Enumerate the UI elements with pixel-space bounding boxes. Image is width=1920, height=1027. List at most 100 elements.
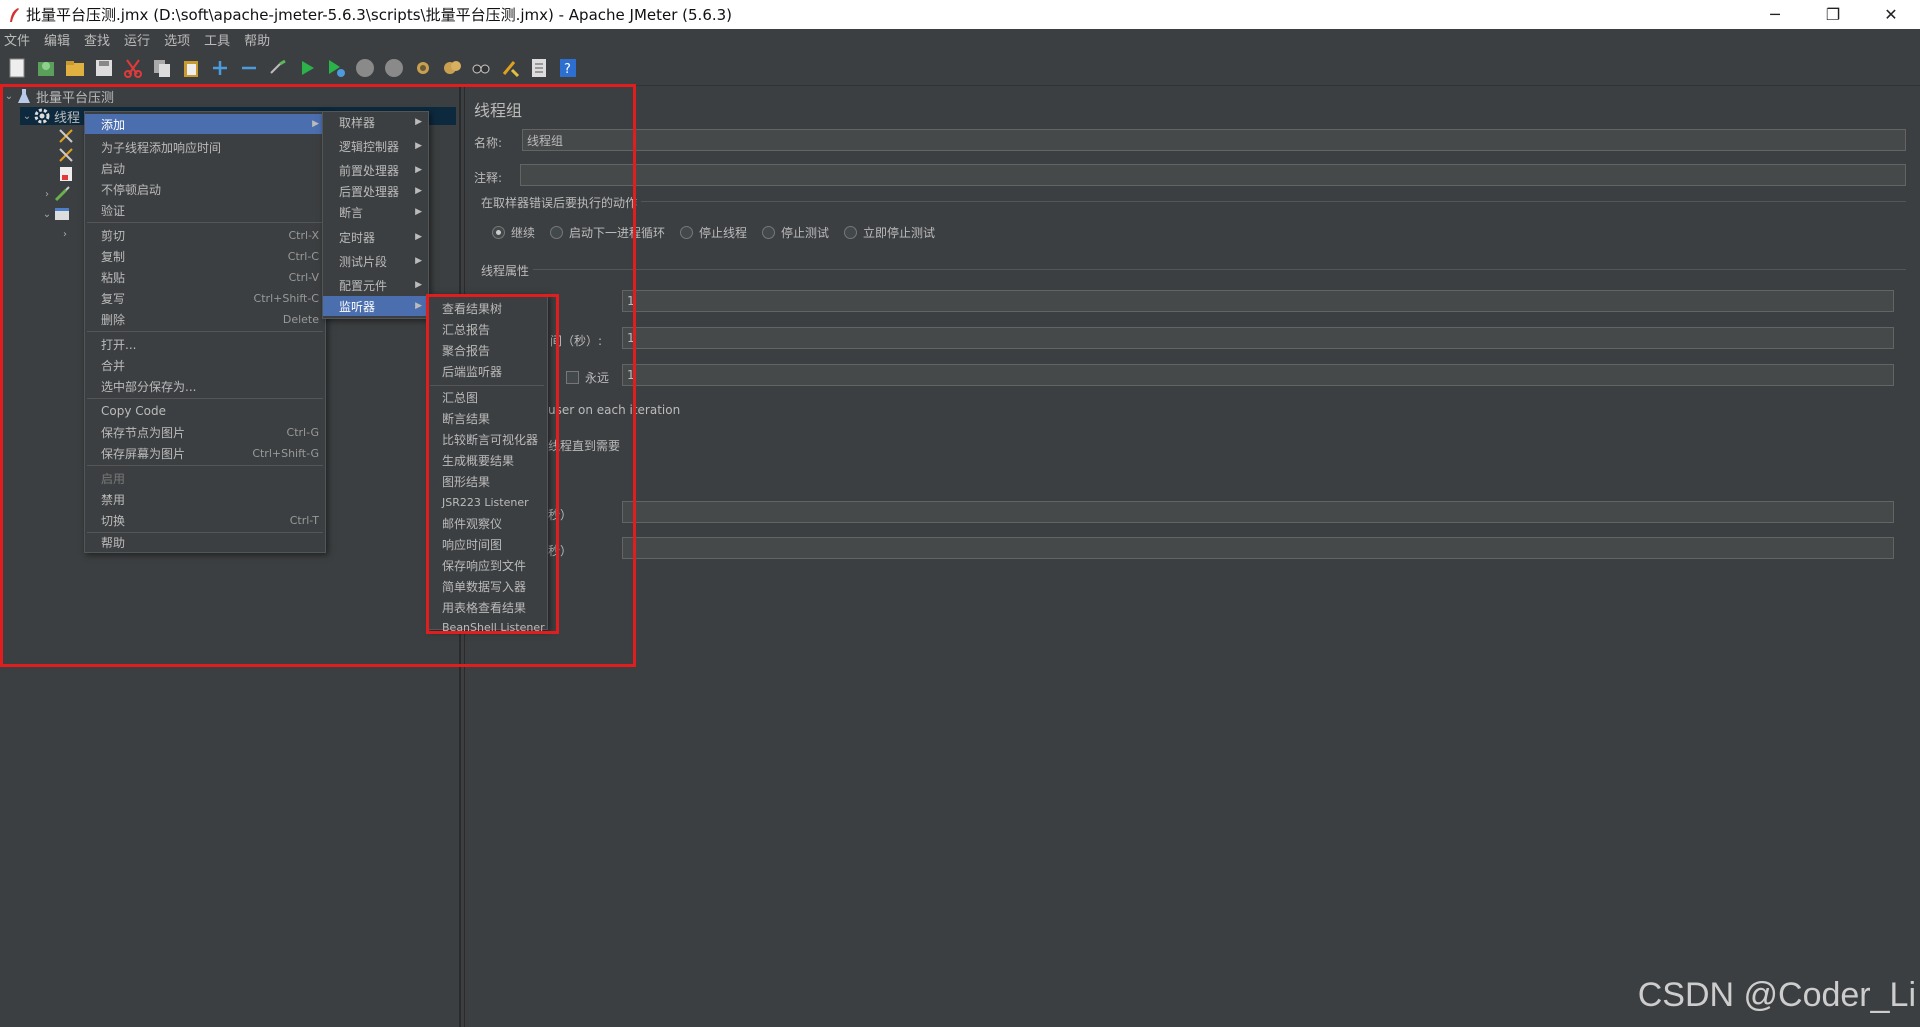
reset-search-icon[interactable] xyxy=(499,57,521,79)
chevron-down-icon[interactable]: ⌄ xyxy=(20,111,34,122)
listener-item[interactable]: 保存响应到文件 xyxy=(428,556,546,575)
radio-stop-test[interactable]: 停止测试 xyxy=(762,224,829,241)
clear-all-icon[interactable] xyxy=(441,57,463,79)
listener-item[interactable]: 断言结果 xyxy=(428,409,546,428)
listener-item[interactable]: 生成概要结果 xyxy=(428,451,546,470)
function-helper-icon[interactable] xyxy=(528,57,550,79)
templates-icon[interactable] xyxy=(35,57,57,79)
pipette-icon xyxy=(54,186,70,202)
submenu-item-test-fragment[interactable]: 测试片段 ▶ xyxy=(323,251,428,271)
menu-item-copy-code[interactable]: Copy Code xyxy=(85,401,325,421)
menu-item-save-selection[interactable]: 选中部分保存为... xyxy=(85,376,325,396)
submenu-item-config-element[interactable]: 配置元件 ▶ xyxy=(323,275,428,295)
listener-item[interactable]: 响应时间图 xyxy=(428,535,546,554)
menu-item-validate[interactable]: 验证 xyxy=(85,200,325,220)
submenu-item-listener[interactable]: 监听器 ▶ xyxy=(323,296,428,316)
menu-item-open[interactable]: 打开... xyxy=(85,334,325,354)
menu-tools[interactable]: 工具 xyxy=(204,30,230,49)
tree-node-child-2[interactable] xyxy=(58,146,78,164)
menu-help[interactable]: 帮助 xyxy=(244,30,270,49)
minimize-button[interactable]: ─ xyxy=(1746,0,1804,29)
menu-item-delete[interactable]: 删除 Delete xyxy=(85,309,325,329)
menu-item-merge[interactable]: 合并 xyxy=(85,355,325,375)
listener-item[interactable]: 比较断言可视化器 xyxy=(428,430,546,449)
help-icon[interactable]: ? xyxy=(557,57,579,79)
expand-icon[interactable] xyxy=(209,57,231,79)
tree-node-child-5[interactable]: ⌄ xyxy=(40,205,74,223)
listener-item[interactable]: 汇总报告 xyxy=(428,320,546,339)
toggle-icon[interactable] xyxy=(267,57,289,79)
listener-item[interactable]: 邮件观察仪 xyxy=(428,514,546,533)
menu-item-save-screen-image[interactable]: 保存屏幕为图片 Ctrl+Shift-G xyxy=(85,443,325,463)
radio-start-next-loop[interactable]: 启动下一进程循环 xyxy=(550,224,665,241)
submenu-item-assertion[interactable]: 断言 ▶ xyxy=(323,202,428,222)
listener-item[interactable]: JSR223 Listener xyxy=(428,493,546,512)
new-icon[interactable] xyxy=(6,57,28,79)
forever-checkbox[interactable]: 永远 xyxy=(566,369,609,386)
loop-count-field[interactable]: 1 xyxy=(622,364,1894,386)
name-field[interactable]: 线程组 xyxy=(522,129,1906,151)
start-no-pause-icon[interactable] xyxy=(325,57,347,79)
tree-node-child-6[interactable]: › xyxy=(58,225,72,243)
paste-icon[interactable] xyxy=(180,57,202,79)
menu-item-save-node-image[interactable]: 保存节点为图片 Ctrl-G xyxy=(85,422,325,442)
submenu-item-post-processor[interactable]: 后置处理器 ▶ xyxy=(323,181,428,201)
submenu-item-sampler[interactable]: 取样器 ▶ xyxy=(323,112,428,132)
chevron-down-icon[interactable]: ⌄ xyxy=(40,209,54,220)
restore-button[interactable]: ❐ xyxy=(1804,0,1862,29)
menu-run[interactable]: 运行 xyxy=(124,30,150,49)
tree-node-test-plan[interactable]: ⌄ 批量平台压测 xyxy=(2,87,458,106)
chevron-right-icon[interactable]: › xyxy=(58,229,72,240)
start-icon[interactable] xyxy=(296,57,318,79)
chevron-right-icon[interactable]: › xyxy=(40,189,54,200)
menu-item-paste[interactable]: 粘贴 Ctrl-V xyxy=(85,267,325,287)
menu-item-copy[interactable]: 复制 Ctrl-C xyxy=(85,246,325,266)
stop-icon[interactable] xyxy=(354,57,376,79)
save-icon[interactable] xyxy=(93,57,115,79)
chevron-down-icon[interactable]: ⌄ xyxy=(2,91,16,102)
menu-edit[interactable]: 编辑 xyxy=(44,30,70,49)
tree-node-child-3[interactable] xyxy=(58,165,78,183)
menu-item-start-no-pause[interactable]: 不停顿启动 xyxy=(85,179,325,199)
startup-delay-field[interactable] xyxy=(622,537,1894,559)
menu-item-add[interactable]: 添加 ▶ xyxy=(85,114,325,134)
menu-item-disable[interactable]: 禁用 xyxy=(85,489,325,509)
menu-item-help[interactable]: 帮助 xyxy=(85,532,325,552)
comment-field[interactable] xyxy=(520,164,1906,186)
menu-item-cut[interactable]: 剪切 Ctrl-X xyxy=(85,225,325,245)
listener-item[interactable]: 简单数据写入器 xyxy=(428,577,546,596)
submenu-item-logic-controller[interactable]: 逻辑控制器 ▶ xyxy=(323,136,428,156)
listener-item[interactable]: 汇总图 xyxy=(428,388,546,407)
collapse-icon[interactable] xyxy=(238,57,260,79)
listener-item[interactable]: 用表格查看结果 xyxy=(428,598,546,617)
radio-stop-thread[interactable]: 停止线程 xyxy=(680,224,747,241)
listener-item[interactable]: 后端监听器 xyxy=(428,362,546,381)
menu-file[interactable]: 文件 xyxy=(4,30,30,49)
submenu-item-pre-processor[interactable]: 前置处理器 ▶ xyxy=(323,160,428,180)
shutdown-icon[interactable] xyxy=(383,57,405,79)
menu-item-start[interactable]: 启动 xyxy=(85,158,325,178)
radio-continue[interactable]: 继续 xyxy=(492,224,535,241)
copy-icon[interactable] xyxy=(151,57,173,79)
submenu-item-timer[interactable]: 定时器 ▶ xyxy=(323,227,428,247)
menu-item-duplicate[interactable]: 复写 Ctrl+Shift-C xyxy=(85,288,325,308)
listener-item[interactable]: 聚合报告 xyxy=(428,341,546,360)
listener-item[interactable]: BeanShell Listener xyxy=(428,618,546,637)
menu-item-add-response-time[interactable]: 为子线程添加响应时间 xyxy=(85,137,325,157)
open-icon[interactable] xyxy=(64,57,86,79)
tree-node-child-4[interactable]: › xyxy=(40,185,74,203)
listener-item[interactable]: 查看结果树 xyxy=(428,299,546,318)
listener-item[interactable]: 图形结果 xyxy=(428,472,546,491)
search-icon[interactable] xyxy=(470,57,492,79)
clear-icon[interactable] xyxy=(412,57,434,79)
menu-search[interactable]: 查找 xyxy=(84,30,110,49)
cut-icon[interactable] xyxy=(122,57,144,79)
menu-options[interactable]: 选项 xyxy=(164,30,190,49)
radio-stop-test-now[interactable]: 立即停止测试 xyxy=(844,224,935,241)
close-button[interactable]: ✕ xyxy=(1862,0,1920,29)
duration-field[interactable] xyxy=(622,501,1894,523)
tree-node-child-1[interactable] xyxy=(58,127,78,145)
ramp-up-field[interactable]: 1 xyxy=(622,327,1894,349)
threads-field[interactable]: 1 xyxy=(622,290,1894,312)
menu-item-toggle[interactable]: 切换 Ctrl-T xyxy=(85,510,325,530)
